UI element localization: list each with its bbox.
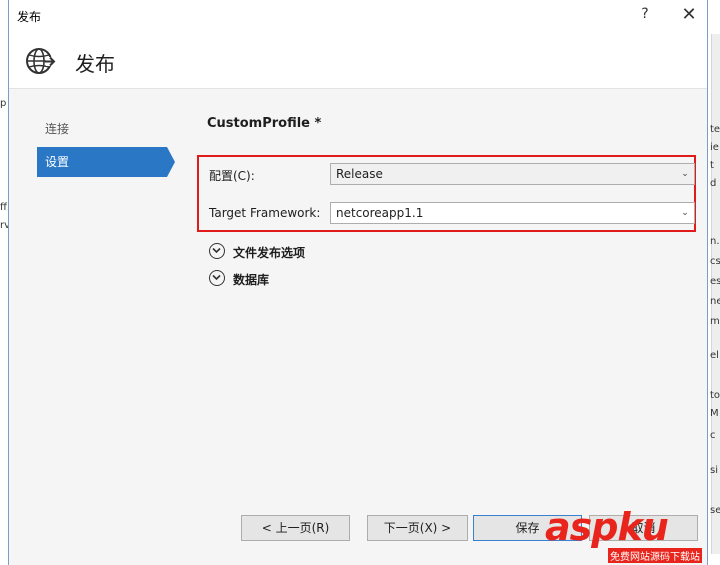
target-framework-select[interactable]: netcoreapp1.1 ⌄	[330, 202, 695, 224]
bg-fragment: ff	[0, 202, 7, 213]
bg-fragment: p	[0, 98, 7, 109]
close-button[interactable]: ✕	[677, 4, 701, 26]
bg-scrollbar	[711, 34, 720, 554]
chevron-down-icon: ⌄	[681, 208, 689, 218]
previous-button[interactable]: < 上一页(R)	[241, 515, 350, 541]
bg-fragment: M	[710, 408, 719, 419]
expand-chevron-icon	[209, 243, 225, 259]
dialog-header: 发布	[9, 32, 707, 89]
target-framework-value: netcoreapp1.1	[336, 206, 424, 220]
configuration-select[interactable]: Release ⌄	[330, 163, 695, 185]
window-title: 发布	[17, 10, 42, 24]
chevron-down-icon: ⌄	[681, 169, 689, 179]
bg-fragment: ne	[710, 296, 720, 307]
help-button[interactable]: ?	[633, 6, 657, 26]
nav-item-settings[interactable]: 设置	[37, 147, 167, 177]
expander-label: 文件发布选项	[233, 246, 306, 260]
background-window-right: te ie t d n. cs es ne m el to M c si se	[708, 0, 720, 565]
bg-fragment: es	[710, 276, 720, 287]
background-window-left: p ff rv	[0, 30, 8, 565]
header-title: 发布	[75, 52, 115, 76]
bg-fragment: si	[710, 465, 718, 476]
bg-fragment: se	[710, 505, 720, 516]
configuration-label: 配置(C):	[209, 169, 255, 183]
nav-item-connection[interactable]: 连接	[37, 114, 167, 144]
expand-chevron-icon	[209, 270, 225, 286]
globe-publish-icon	[23, 44, 57, 78]
bg-fragment: c	[710, 430, 716, 441]
bg-fragment: t	[710, 160, 714, 171]
bg-fragment: te	[710, 124, 720, 135]
bg-fragment: ie	[710, 142, 719, 153]
bg-fragment: n.	[710, 236, 720, 247]
bg-fragment: cs	[710, 256, 720, 267]
title-bar: 发布 ? ✕	[9, 0, 707, 32]
bg-fragment: d	[710, 178, 717, 189]
bg-fragment: rv	[0, 220, 8, 231]
bg-fragment: el	[710, 350, 719, 361]
nav-selection-arrow	[167, 147, 175, 177]
expander-label: 数据库	[233, 273, 270, 287]
profile-name: CustomProfile *	[207, 116, 322, 131]
target-framework-label: Target Framework:	[209, 206, 321, 220]
configuration-value: Release	[336, 167, 383, 181]
next-button[interactable]: 下一页(X) >	[367, 515, 468, 541]
watermark-logo: aspku	[545, 505, 669, 549]
publish-dialog: 发布 ? ✕ 发布 连接 设置 CustomProfile * 配置(C): R…	[8, 0, 708, 565]
bg-fragment: to	[710, 390, 720, 401]
bg-fragment: m	[710, 316, 720, 327]
watermark-subtitle: 免费网站源码下载站	[608, 548, 702, 563]
